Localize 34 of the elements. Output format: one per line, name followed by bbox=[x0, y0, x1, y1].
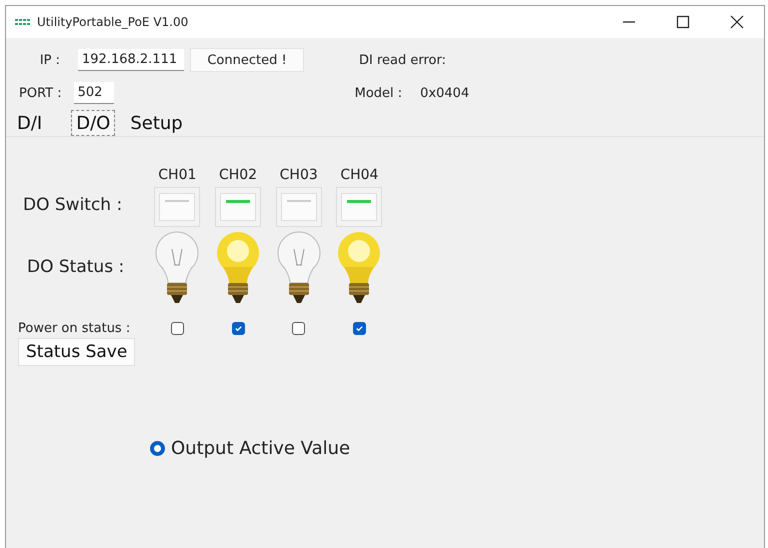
port-label: PORT : bbox=[19, 86, 62, 100]
maximize-icon bbox=[676, 15, 690, 29]
channel-label: CH04 bbox=[340, 167, 378, 183]
port-field[interactable]: 502 bbox=[74, 82, 114, 104]
tab[interactable]: D/I bbox=[12, 110, 48, 136]
model-label: Model : bbox=[354, 86, 402, 100]
checkbox[interactable] bbox=[352, 322, 366, 335]
connect-button[interactable]: Connected ! bbox=[190, 48, 304, 72]
do-status-label: DO Status : bbox=[26, 257, 126, 277]
model-value: 0x0404 bbox=[420, 86, 470, 100]
power-on-label: Power on status : bbox=[18, 320, 132, 336]
do-switch-label: DO Switch : bbox=[22, 195, 124, 215]
ip-label: IP : bbox=[38, 52, 60, 68]
app-icon bbox=[15, 18, 31, 26]
toggle-switch[interactable] bbox=[276, 187, 322, 227]
toggle-switch[interactable] bbox=[336, 187, 382, 227]
tab[interactable]: D/O bbox=[71, 110, 116, 136]
window-title: UtilityPortable_PoE V1.00 bbox=[37, 15, 190, 29]
save-button[interactable]: Status Save bbox=[18, 338, 136, 366]
channel-label: CH01 bbox=[158, 167, 196, 183]
checkbox[interactable] bbox=[232, 322, 245, 335]
checkbox[interactable] bbox=[292, 322, 306, 335]
toggle-switch[interactable] bbox=[215, 187, 262, 227]
status-label: DI read error: bbox=[359, 52, 446, 68]
channel-label: CH02 bbox=[218, 167, 258, 183]
ip-field[interactable]: 192.168.2.111 bbox=[78, 49, 184, 71]
check-icon bbox=[234, 324, 243, 333]
checkbox[interactable] bbox=[170, 322, 184, 335]
close-icon bbox=[730, 15, 744, 29]
channel-label: CH03 bbox=[280, 167, 318, 183]
check-icon bbox=[354, 324, 364, 333]
toggle-switch[interactable] bbox=[154, 187, 200, 227]
tab[interactable]: Setup bbox=[125, 110, 188, 136]
radio-button[interactable]: Output Active Value bbox=[150, 438, 350, 459]
